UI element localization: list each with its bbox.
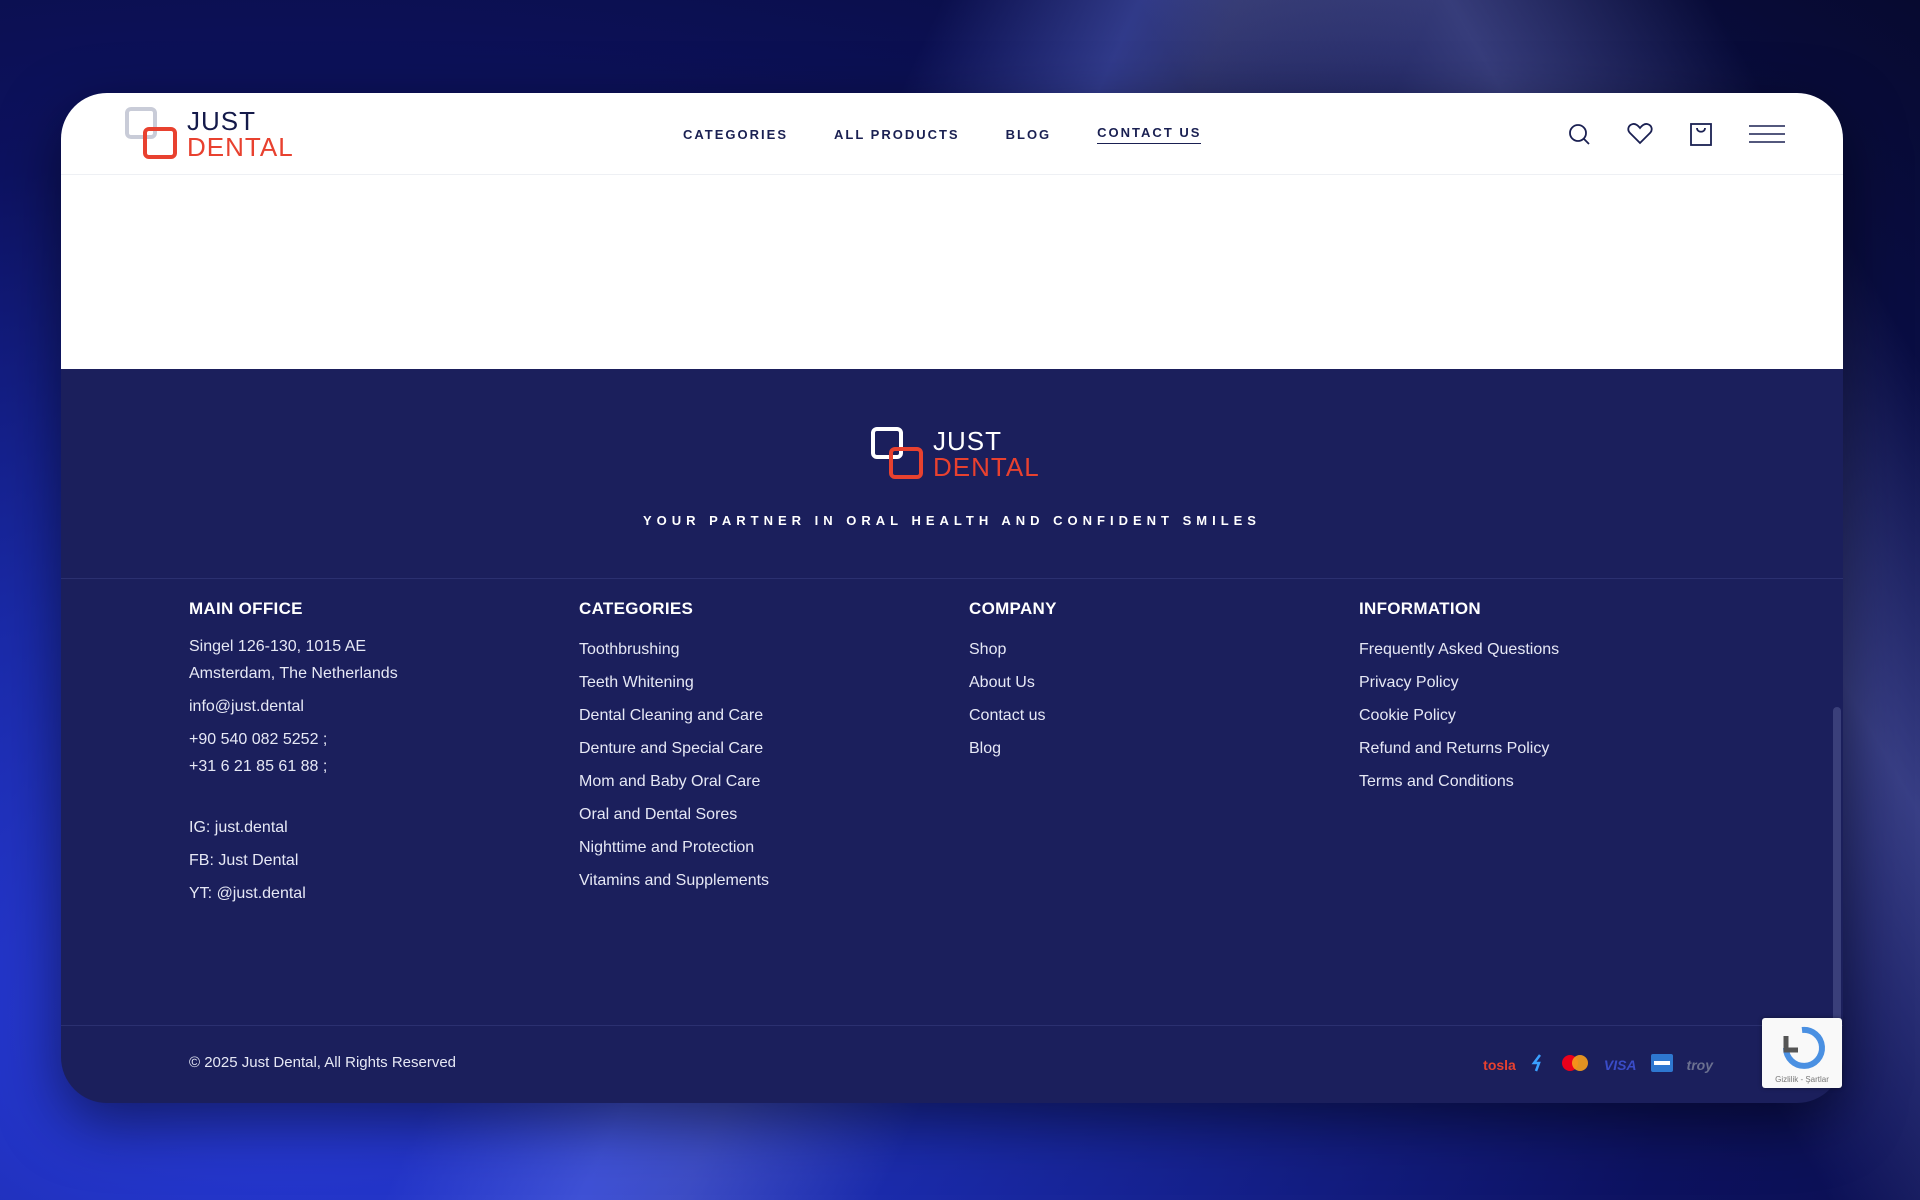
category-link[interactable]: Denture and Special Care: [579, 732, 939, 765]
header-logo[interactable]: JUST DENTAL: [123, 105, 294, 163]
footer-logo-just: JUST: [933, 426, 1002, 456]
mastercard-icon: [1560, 1054, 1590, 1075]
information-link[interactable]: Frequently Asked Questions: [1359, 633, 1719, 666]
heart-icon[interactable]: [1627, 122, 1653, 146]
information-link[interactable]: Cookie Policy: [1359, 699, 1719, 732]
address-line-1: Singel 126-130, 1015 AE: [189, 638, 367, 655]
instagram-link[interactable]: IG: just.dental: [189, 814, 549, 841]
category-link[interactable]: Nighttime and Protection: [579, 831, 939, 864]
main-office-column: MAIN OFFICE Singel 126-130, 1015 AE Amst…: [189, 599, 549, 907]
recaptcha-icon: [1783, 1026, 1825, 1069]
nav-blog[interactable]: BLOG: [1006, 127, 1052, 142]
menu-icon[interactable]: [1749, 124, 1785, 144]
search-icon[interactable]: [1567, 122, 1591, 146]
company-title: COMPANY: [969, 599, 1057, 618]
information-link[interactable]: Privacy Policy: [1359, 666, 1719, 699]
header-icons: [1531, 93, 1785, 175]
tosla-logo: tosla: [1483, 1056, 1516, 1073]
main-office-title: MAIN OFFICE: [189, 599, 303, 618]
footer-brand: JUST DENTAL YOUR PARTNER IN ORAL HEALTH …: [61, 369, 1843, 579]
information-link[interactable]: Refund and Returns Policy: [1359, 732, 1719, 765]
visa-logo: VISA: [1603, 1056, 1637, 1073]
nav-categories[interactable]: CATEGORIES: [683, 127, 788, 142]
logo-mark-icon: [123, 105, 181, 163]
phone-1[interactable]: +90 540 082 5252 ;: [189, 726, 549, 753]
footer-logo-mark-icon: [869, 425, 927, 483]
facebook-link[interactable]: FB: Just Dental: [189, 847, 549, 874]
amex-icon: [1650, 1054, 1673, 1075]
content-strip: [61, 175, 1843, 369]
information-title: INFORMATION: [1359, 599, 1481, 618]
footer-logo[interactable]: JUST DENTAL: [869, 425, 1040, 483]
copyright: © 2025 Just Dental, All Rights Reserved: [189, 1054, 457, 1071]
phone-2[interactable]: +31 6 21 85 61 88 ;: [189, 753, 549, 780]
troy-logo: troy: [1686, 1056, 1713, 1073]
footer-logo-text: JUST DENTAL: [933, 428, 1040, 480]
company-link[interactable]: Blog: [969, 732, 1329, 765]
company-link[interactable]: Contact us: [969, 699, 1329, 732]
footer-logo-dental: DENTAL: [933, 452, 1040, 482]
bag-icon[interactable]: [1689, 121, 1713, 147]
recaptcha-badge[interactable]: Gizlilik - Şartlar: [1762, 1018, 1842, 1088]
company-link[interactable]: Shop: [969, 633, 1329, 666]
logo-just: JUST: [187, 106, 256, 136]
category-link[interactable]: Vitamins and Supplements: [579, 864, 939, 897]
footer-bottom-bar: © 2025 Just Dental, All Rights Reserved …: [61, 1025, 1843, 1103]
categories-title: CATEGORIES: [579, 599, 694, 618]
site-header: JUST DENTAL CATEGORIES ALL PRODUCTS BLOG…: [61, 93, 1843, 175]
email-link[interactable]: info@just.dental: [189, 693, 549, 720]
company-link[interactable]: About Us: [969, 666, 1329, 699]
nav-all-products[interactable]: ALL PRODUCTS: [834, 127, 960, 142]
category-link[interactable]: Mom and Baby Oral Care: [579, 765, 939, 798]
logo-text: JUST DENTAL: [187, 108, 294, 160]
youtube-link[interactable]: YT: @just.dental: [189, 880, 549, 907]
categories-column: CATEGORIES Toothbrushing Teeth Whitening…: [579, 599, 939, 897]
category-link[interactable]: Teeth Whitening: [579, 666, 939, 699]
address-line-2: Amsterdam, The Netherlands: [189, 665, 398, 682]
recaptcha-label: Gizlilik - Şartlar: [1775, 1075, 1829, 1084]
pay-icon: [1530, 1054, 1546, 1075]
main-nav: CATEGORIES ALL PRODUCTS BLOG CONTACT US: [683, 93, 1247, 175]
information-column: INFORMATION Frequently Asked Questions P…: [1359, 599, 1719, 798]
logo-dental: DENTAL: [187, 132, 294, 162]
category-link[interactable]: Toothbrushing: [579, 633, 939, 666]
company-column: COMPANY Shop About Us Contact us Blog: [969, 599, 1329, 765]
category-link[interactable]: Oral and Dental Sores: [579, 798, 939, 831]
information-link[interactable]: Terms and Conditions: [1359, 765, 1719, 798]
nav-contact-us[interactable]: CONTACT US: [1097, 125, 1202, 144]
tagline: YOUR PARTNER IN ORAL HEALTH AND CONFIDEN…: [643, 513, 1261, 528]
payment-methods: tosla VISA troy: [1469, 1054, 1713, 1075]
browser-window: JUST DENTAL CATEGORIES ALL PRODUCTS BLOG…: [61, 93, 1843, 1103]
category-link[interactable]: Dental Cleaning and Care: [579, 699, 939, 732]
